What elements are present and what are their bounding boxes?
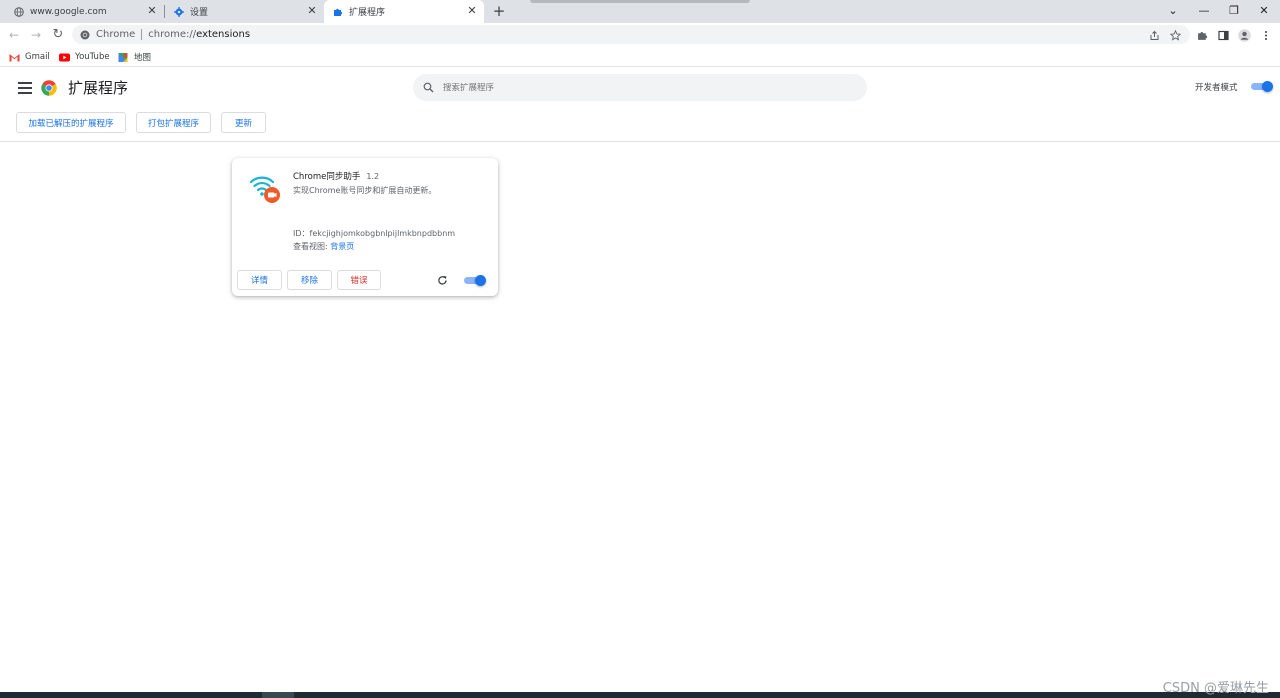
side-panel-icon[interactable]	[1215, 27, 1231, 43]
extension-version: 1.2	[366, 171, 380, 181]
new-tab-button[interactable]: +	[490, 3, 508, 21]
reload-button[interactable]: ↻	[50, 27, 66, 43]
minimize-button[interactable]: —	[1194, 2, 1214, 20]
remove-button[interactable]: 移除	[287, 270, 332, 290]
puzzle-icon	[334, 8, 343, 16]
url-scheme: chrome://	[148, 29, 197, 40]
watermark-text: CSDN @爱琳先生	[1162, 681, 1269, 696]
tab-close-icon[interactable]: ✕	[146, 5, 158, 17]
youtube-icon	[59, 53, 70, 61]
bookmark-label: Gmail	[25, 52, 50, 62]
pack-extension-button[interactable]: 打包扩展程序	[136, 112, 211, 133]
bookmarks-bar: Gmail YouTube 地图	[0, 46, 1280, 67]
inspect-views-row: 查看视图: 背景页	[293, 241, 354, 252]
omnibox-divider	[141, 29, 143, 40]
bookmark-label: 地图	[134, 53, 152, 63]
taskbar-active-item[interactable]	[262, 692, 294, 698]
site-label: Chrome	[96, 29, 136, 40]
errors-button[interactable]: 错误	[337, 270, 381, 290]
search-input[interactable]	[443, 82, 823, 93]
tab-close-icon[interactable]: ✕	[306, 5, 318, 17]
os-taskbar	[0, 692, 1280, 698]
details-button[interactable]: 详情	[237, 270, 282, 290]
inspect-views-label: 查看视图:	[293, 242, 331, 251]
page-title: 扩展程序	[68, 79, 129, 97]
developer-mode-toggle[interactable]	[1251, 81, 1273, 92]
bookmark-maps[interactable]: 地图	[118, 50, 151, 64]
extensions-toolbar: 扩展程序 开发者模式 加载已解压的扩展程序 打包扩展程序 更新	[0, 68, 1280, 142]
back-button[interactable]: ←	[6, 27, 22, 43]
address-bar[interactable]: Chrome chrome://extensions	[72, 25, 1190, 44]
hamburger-menu-icon[interactable]	[18, 82, 32, 94]
extension-card: Chrome同步助手 1.2 实现Chrome账号同步和扩展自动更新。 ID：f…	[232, 158, 498, 296]
browser-toolbar: ← → ↻ Chrome chrome://extensions	[0, 23, 1280, 46]
developer-mode-label: 开发者模式	[1195, 83, 1238, 93]
extensions-puzzle-icon[interactable]	[1194, 27, 1210, 43]
profile-avatar-icon[interactable]	[1236, 27, 1252, 43]
bookmark-star-icon[interactable]	[1167, 27, 1183, 43]
background-page-link[interactable]: 背景页	[330, 242, 354, 251]
maps-icon	[118, 52, 128, 62]
kebab-menu-icon[interactable]	[1258, 27, 1274, 43]
bookmark-gmail[interactable]: Gmail	[9, 50, 50, 64]
load-unpacked-button[interactable]: 加载已解压的扩展程序	[16, 112, 126, 133]
wifi-sync-icon	[249, 176, 280, 203]
extension-title-row: Chrome同步助手 1.2	[293, 170, 380, 183]
update-button[interactable]: 更新	[221, 112, 266, 133]
extension-enable-toggle[interactable]	[464, 275, 486, 286]
bookmark-youtube[interactable]: YouTube	[59, 50, 110, 64]
tab-search-chevron-down-icon[interactable]: ⌄	[1163, 2, 1183, 20]
tab-settings[interactable]: 设置 ✕	[160, 0, 324, 23]
tab-title: 扩展程序	[349, 8, 386, 18]
extension-description: 实现Chrome账号同步和扩展自动更新。	[293, 186, 437, 195]
bookmark-label: YouTube	[75, 52, 110, 62]
share-icon[interactable]	[1146, 27, 1162, 43]
restore-button[interactable]: ❐	[1224, 2, 1244, 20]
tab-google[interactable]: www.google.com ✕	[0, 0, 164, 23]
window-drag-handle[interactable]	[530, 0, 750, 3]
search-box[interactable]	[413, 74, 867, 101]
tab-title: 设置	[190, 8, 209, 18]
gear-icon	[174, 6, 184, 17]
extension-id: ID：fekcjighjomkobgbnlpijlmkbnpdbbnm	[293, 229, 456, 238]
globe-icon	[14, 6, 24, 17]
tab-title: www.google.com	[30, 6, 107, 17]
tab-close-icon[interactable]: ✕	[466, 5, 478, 17]
close-window-button[interactable]: ✕	[1254, 2, 1274, 20]
chrome-logo-icon	[80, 30, 90, 39]
url-path: extensions	[196, 29, 251, 40]
extension-name: Chrome同步助手	[293, 172, 361, 182]
tab-extensions[interactable]: 扩展程序 ✕	[324, 0, 484, 23]
reload-extension-icon[interactable]	[437, 275, 448, 286]
forward-button[interactable]: →	[28, 27, 44, 43]
search-icon	[423, 82, 434, 93]
chrome-logo-icon	[41, 80, 57, 96]
tab-strip: www.google.com ✕ 设置 ✕ 扩展程序 ✕ + ⌄ — ❐ ✕	[0, 0, 1280, 23]
gmail-icon	[9, 53, 20, 61]
